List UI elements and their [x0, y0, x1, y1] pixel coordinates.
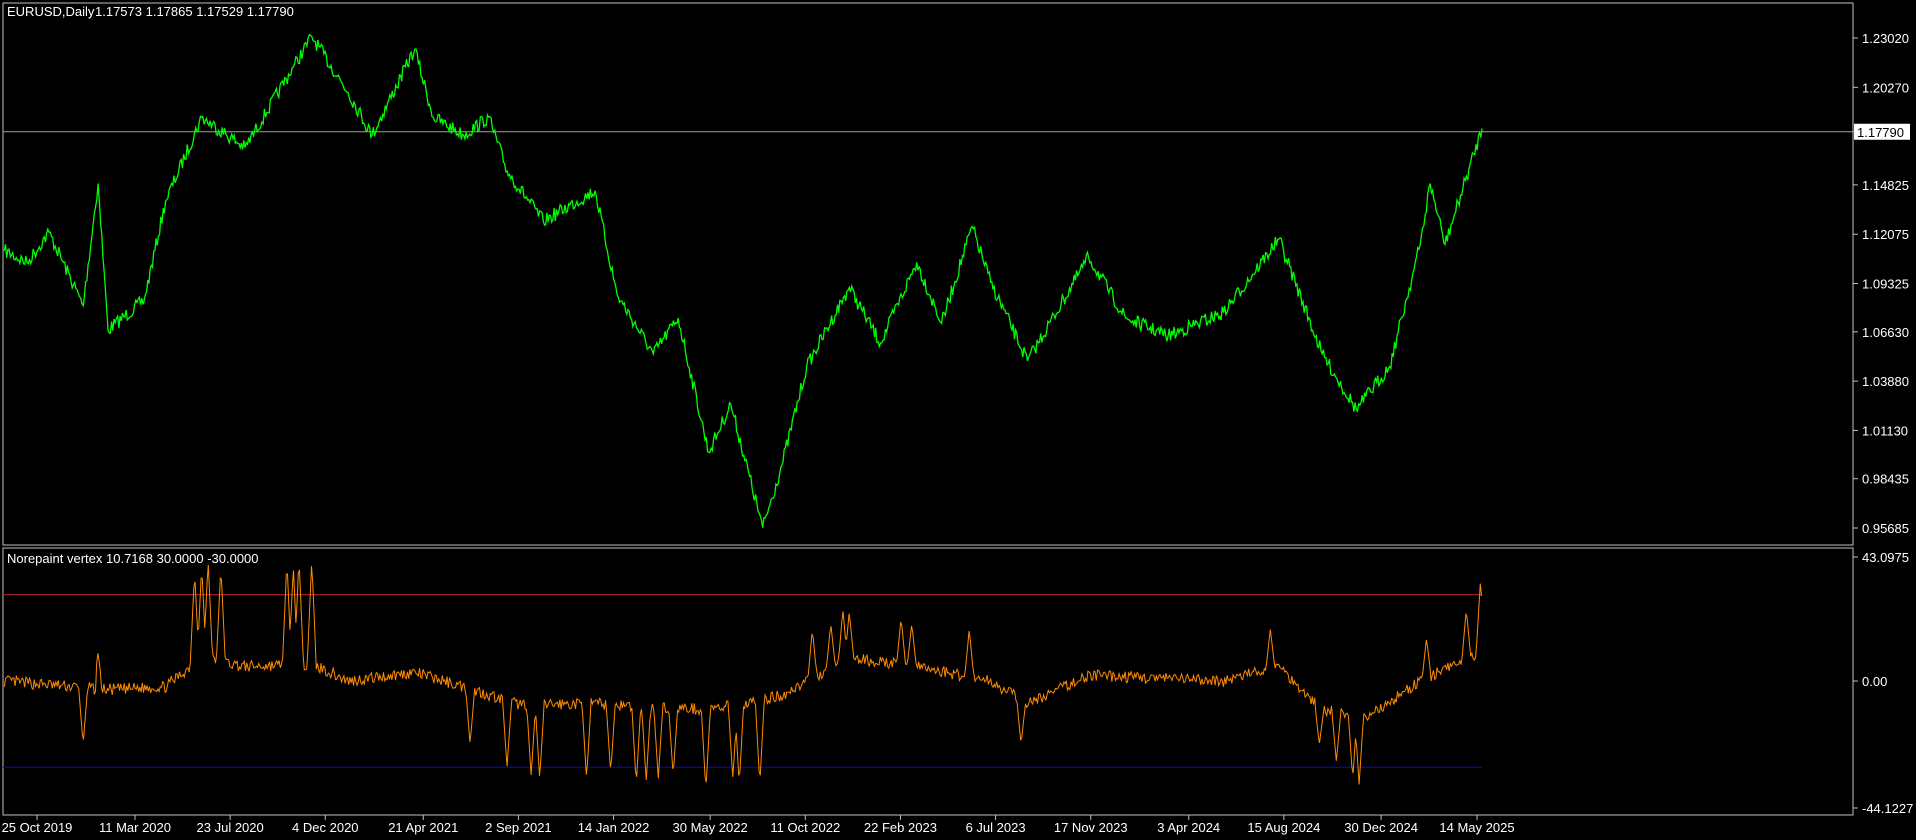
time-tick-label: 11 Oct 2022 — [770, 820, 840, 835]
price-tick-label: 1.03880 — [1862, 374, 1909, 389]
time-tick-label: 14 May 2025 — [1439, 820, 1514, 835]
time-tick-label: 17 Nov 2023 — [1054, 820, 1128, 835]
current-price-label: 1.17790 — [1854, 123, 1910, 140]
time-tick-label: 4 Dec 2020 — [292, 820, 359, 835]
price-tick-label: 1.23020 — [1862, 31, 1909, 46]
current-price-text: 1.17790 — [1857, 125, 1904, 140]
time-tick-label: 22 Feb 2023 — [864, 820, 937, 835]
time-tick-label: 23 Jul 2020 — [197, 820, 264, 835]
price-tick-label: 1.01130 — [1862, 423, 1908, 438]
indicator-tick-label: 43.0975 — [1862, 550, 1909, 565]
indicator-header: Norepaint vertex 10.7168 30.0000 -30.000… — [7, 551, 259, 566]
time-tick-label: 11 Mar 2020 — [99, 820, 171, 835]
price-tick-label: 1.12075 — [1862, 227, 1909, 242]
trading-chart-window[interactable]: EURUSD,Daily 1.17573 1.17865 1.17529 1.1… — [0, 0, 1916, 840]
chart-background — [0, 0, 1916, 840]
indicator-tick-label: 0.00 — [1862, 674, 1887, 689]
symbol-timeframe-label: EURUSD,Daily — [7, 4, 95, 19]
indicator-tick-label: -44.1227 — [1862, 801, 1913, 816]
time-tick-label: 2 Sep 2021 — [485, 820, 552, 835]
price-tick-label: 1.14825 — [1862, 178, 1909, 193]
price-tick-label: 0.95685 — [1862, 521, 1909, 536]
time-tick-label: 14 Jan 2022 — [578, 820, 650, 835]
time-tick-label: 25 Oct 2019 — [2, 820, 73, 835]
time-tick-label: 15 Aug 2024 — [1247, 820, 1320, 835]
time-tick-label: 21 Apr 2021 — [388, 820, 458, 835]
price-tick-label: 1.06630 — [1862, 325, 1909, 340]
time-tick-label: 30 Dec 2024 — [1344, 820, 1418, 835]
time-tick-label: 30 May 2022 — [673, 820, 748, 835]
time-tick-label: 3 Apr 2024 — [1157, 820, 1220, 835]
ohlc-values: 1.17573 1.17865 1.17529 1.17790 — [95, 4, 294, 19]
time-tick-label: 6 Jul 2023 — [966, 820, 1026, 835]
price-tick-label: 0.98435 — [1862, 472, 1909, 487]
price-tick-label: 1.09325 — [1862, 276, 1909, 291]
price-tick-label: 1.20270 — [1862, 80, 1909, 95]
